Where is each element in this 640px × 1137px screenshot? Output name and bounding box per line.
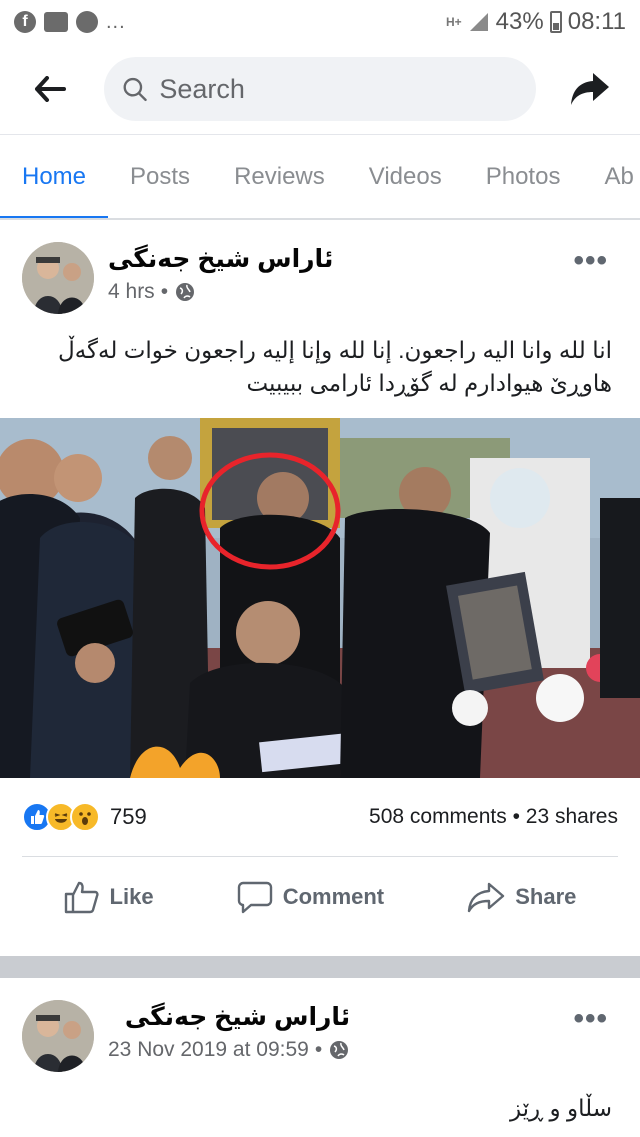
post: ئاراس شیخ جەنگی 4 hrs • ••• انا لله وانا… — [0, 220, 640, 936]
post-options-button[interactable]: ••• — [573, 1002, 608, 1036]
globe-icon — [330, 1041, 349, 1059]
message-notification-icon — [44, 12, 68, 32]
share-icon — [468, 882, 505, 912]
avatar[interactable] — [22, 1000, 94, 1072]
battery-icon — [549, 11, 562, 33]
post-text: انا لله وانا اليه راجعون. إنا لله وإنا إ… — [58, 337, 612, 396]
notification-icons: f ... — [14, 11, 126, 34]
post-separator — [0, 956, 640, 978]
tab-posts[interactable]: Posts — [108, 135, 212, 218]
tab-home[interactable]: Home — [0, 135, 109, 218]
post-author[interactable]: ئاراس شیخ جەنگی — [108, 244, 333, 274]
post-author[interactable]: ئاراس شیخ جەنگی — [108, 1002, 350, 1032]
more-notifications-icon: ... — [106, 10, 126, 33]
search-icon — [123, 77, 147, 102]
comments-shares-count[interactable]: 508 comments • 23 shares — [369, 805, 618, 829]
surprised-face-icon — [79, 812, 91, 825]
clock: 08:11 — [567, 8, 626, 35]
share-label: Share — [515, 883, 577, 909]
messenger-notification-icon — [76, 11, 98, 33]
post-text: سڵاو و ڕێز — [509, 1095, 612, 1121]
arrow-left-icon — [35, 76, 66, 102]
facebook-notification-icon: f — [14, 11, 36, 33]
avatar[interactable] — [22, 242, 94, 314]
like-button[interactable]: Like — [64, 880, 154, 914]
signal-icon — [469, 13, 488, 31]
reaction-summary[interactable]: 759 — [22, 802, 147, 832]
tab-reviews[interactable]: Reviews — [212, 135, 347, 218]
battery-percent: 43% — [495, 8, 544, 35]
post-header: ئاراس شیخ جەنگی 23 Nov 2019 at 09:59 • •… — [0, 978, 640, 1082]
profile-photo — [22, 242, 94, 314]
thumbs-up-small-icon — [31, 810, 45, 824]
page-tabs: Home Posts Reviews Videos Photos Ab — [0, 134, 640, 220]
post: ئاراس شیخ جەنگی 23 Nov 2019 at 09:59 • •… — [0, 978, 640, 1137]
top-header — [0, 44, 640, 134]
network-type: H+ — [445, 15, 462, 29]
tab-photos[interactable]: Photos — [464, 135, 583, 218]
post-time[interactable]: 4 hrs — [108, 280, 155, 304]
search-input[interactable] — [159, 73, 518, 105]
share-button[interactable]: Share — [467, 881, 576, 913]
comment-label: Comment — [282, 883, 385, 909]
post-actions: Like Comment Share — [22, 856, 618, 936]
comment-button[interactable]: Comment — [237, 880, 384, 914]
status-bar: f ... H+ 43% 08:11 — [0, 0, 640, 44]
dot-separator: • — [160, 280, 169, 303]
post-options-button[interactable]: ••• — [573, 244, 608, 278]
post-header: ئاراس شیخ جەنگی 4 hrs • ••• — [0, 220, 640, 324]
profile-photo — [22, 1000, 94, 1072]
share-page-button[interactable] — [560, 59, 620, 119]
thumbs-up-icon — [64, 881, 99, 913]
globe-icon — [176, 283, 195, 301]
reaction-count: 759 — [110, 804, 147, 829]
share-arrow-icon — [571, 73, 609, 105]
search-bar[interactable] — [104, 57, 536, 121]
post-photo[interactable] — [0, 418, 640, 778]
tab-about[interactable]: Ab — [582, 135, 640, 218]
wow-reaction-icon — [70, 802, 100, 832]
post-time[interactable]: 23 Nov 2019 at 09:59 — [108, 1038, 309, 1062]
dot-separator: • — [314, 1038, 323, 1061]
reactions-bar: 759 508 comments • 23 shares — [0, 778, 640, 856]
comment-icon — [237, 881, 272, 913]
tab-videos[interactable]: Videos — [347, 135, 464, 218]
back-button[interactable] — [20, 59, 80, 119]
like-label: Like — [109, 883, 154, 909]
post-image — [0, 418, 640, 778]
